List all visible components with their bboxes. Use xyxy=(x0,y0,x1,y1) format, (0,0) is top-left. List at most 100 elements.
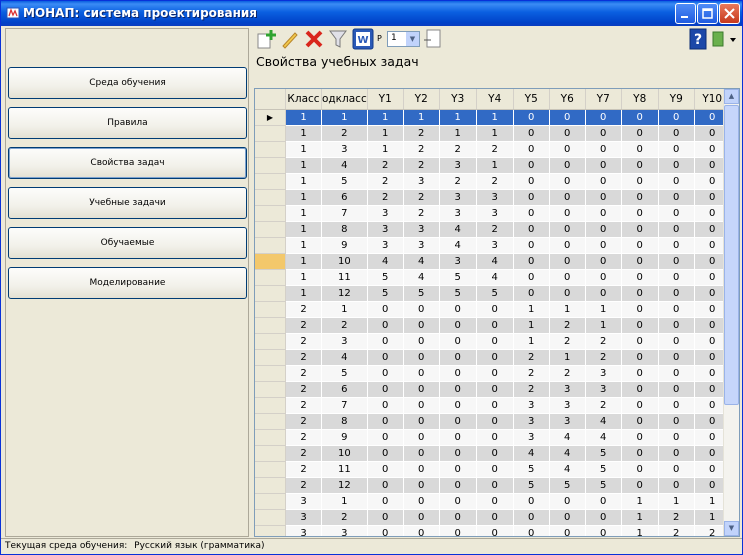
grid-cell[interactable]: 2 xyxy=(321,509,368,526)
grid-cell[interactable]: 1 xyxy=(549,301,586,318)
grid-cell[interactable]: 0 xyxy=(367,525,404,536)
table-row[interactable]: 2 10 0 0 0 0 4 4 5 0 0 0 xyxy=(255,445,731,462)
grid-cell[interactable]: 2 xyxy=(513,365,550,382)
grid-cell[interactable]: 0 xyxy=(403,413,440,430)
grid-cell[interactable]: 2 xyxy=(285,413,322,430)
grid-cell[interactable]: 0 xyxy=(367,477,404,494)
table-row[interactable]: 330000000122 xyxy=(255,525,731,536)
grid-cell[interactable]: 3 xyxy=(549,397,586,414)
table-row[interactable]: 270000332000 xyxy=(255,397,731,414)
column-header[interactable]: Y3 xyxy=(439,89,477,110)
grid-cell[interactable]: 2 xyxy=(513,349,550,366)
grid-cell[interactable]: 1 xyxy=(285,221,322,238)
grid-cell[interactable]: 0 xyxy=(403,301,440,318)
grid-cell[interactable]: 1 xyxy=(658,493,695,510)
grid-cell[interactable]: 0 xyxy=(585,125,622,142)
grid-cell[interactable]: 0 xyxy=(658,397,695,414)
grid-cell[interactable]: 1 xyxy=(285,189,322,206)
grid-cell[interactable]: 1 xyxy=(439,109,477,126)
grid-cell[interactable]: 0 xyxy=(549,141,586,158)
grid-cell[interactable]: 0 xyxy=(585,525,622,536)
row-header[interactable] xyxy=(255,509,286,526)
grid-cell[interactable]: 1 xyxy=(321,301,368,318)
grid-cell[interactable]: 2 xyxy=(367,157,404,174)
grid-cell[interactable]: 1 xyxy=(476,125,514,142)
row-header[interactable] xyxy=(255,397,286,414)
table-row[interactable]: 290000344000 xyxy=(255,429,731,446)
grid-cell[interactable]: 3 xyxy=(285,525,322,536)
grid-cell[interactable]: 2 xyxy=(549,365,586,382)
grid-cell[interactable]: 4 xyxy=(549,461,586,478)
grid-cell[interactable]: 1 xyxy=(321,493,368,510)
grid-cell[interactable]: 11 xyxy=(321,269,368,286)
grid-cell[interactable]: 2 xyxy=(285,477,322,494)
grid-cell[interactable]: 0 xyxy=(621,253,659,270)
row-header[interactable] xyxy=(255,125,286,142)
delete-icon[interactable] xyxy=(303,28,325,50)
grid-cell[interactable]: 4 xyxy=(476,269,514,286)
grid-cell[interactable]: 2 xyxy=(367,189,404,206)
grid-cell[interactable]: 2 xyxy=(321,317,368,334)
grid-cell[interactable]: 8 xyxy=(321,221,368,238)
grid-cell[interactable]: 0 xyxy=(621,333,659,350)
grid-cell[interactable]: 1 xyxy=(285,237,322,254)
nav-modeling-button[interactable]: Моделирование xyxy=(8,267,247,299)
grid-cell[interactable]: 1 xyxy=(585,317,622,334)
title-bar[interactable]: МОНАП: система проектирования xyxy=(1,1,742,26)
grid-cell[interactable]: 0 xyxy=(585,173,622,190)
grid-cell[interactable]: 12 xyxy=(321,285,368,302)
table-row[interactable]: 183342000000 xyxy=(255,221,731,238)
grid-cell[interactable]: 1 xyxy=(476,109,514,126)
grid-cell[interactable]: 1 xyxy=(476,157,514,174)
grid-cell[interactable]: 5 xyxy=(367,285,404,302)
grid-cell[interactable]: 4 xyxy=(403,269,440,286)
grid-cell[interactable]: 1 xyxy=(549,349,586,366)
grid-cell[interactable]: 0 xyxy=(621,269,659,286)
grid-cell[interactable]: 0 xyxy=(403,493,440,510)
row-header[interactable] xyxy=(255,205,286,222)
grid-cell[interactable]: 3 xyxy=(549,381,586,398)
grid-cell[interactable]: 3 xyxy=(403,221,440,238)
grid-cell[interactable]: 3 xyxy=(476,205,514,222)
grid-cell[interactable]: 0 xyxy=(439,477,477,494)
grid-cell[interactable]: 0 xyxy=(621,301,659,318)
table-row[interactable]: 1 11 5 4 5 4 0 0 0 0 0 0 xyxy=(255,269,731,286)
grid-cell[interactable]: 0 xyxy=(513,205,550,222)
grid-cell[interactable]: 0 xyxy=(658,333,695,350)
grid-cell[interactable]: 0 xyxy=(367,365,404,382)
data-grid[interactable]: КлассодклассY1Y2Y3Y4Y5Y6Y7Y8Y9Y10 111111… xyxy=(254,88,740,537)
table-row[interactable]: 121211000000 xyxy=(255,125,731,142)
grid-cell[interactable]: 0 xyxy=(513,237,550,254)
grid-cell[interactable]: 2 xyxy=(285,333,322,350)
grid-cell[interactable]: 3 xyxy=(403,237,440,254)
grid-cell[interactable]: 1 xyxy=(367,125,404,142)
grid-cell[interactable]: 1 xyxy=(285,269,322,286)
grid-cell[interactable]: 2 xyxy=(439,141,477,158)
grid-cell[interactable]: 3 xyxy=(285,493,322,510)
row-header[interactable] xyxy=(255,301,286,318)
grid-cell[interactable]: 3 xyxy=(321,525,368,536)
grid-cell[interactable]: 0 xyxy=(476,429,514,446)
grid-cell[interactable]: 2 xyxy=(285,445,322,462)
grid-cell[interactable]: 0 xyxy=(585,157,622,174)
grid-cell[interactable]: 0 xyxy=(439,301,477,318)
grid-cell[interactable]: 0 xyxy=(658,221,695,238)
grid-cell[interactable]: 0 xyxy=(549,509,586,526)
grid-cell[interactable]: 0 xyxy=(403,509,440,526)
grid-cell[interactable]: 0 xyxy=(549,189,586,206)
grid-cell[interactable]: 0 xyxy=(549,269,586,286)
exit-icon[interactable] xyxy=(710,28,740,50)
grid-cell[interactable]: 0 xyxy=(658,253,695,270)
grid-cell[interactable]: 11 xyxy=(321,461,368,478)
grid-cell[interactable]: 0 xyxy=(585,285,622,302)
grid-cell[interactable]: 0 xyxy=(585,109,622,126)
grid-cell[interactable]: 0 xyxy=(585,493,622,510)
grid-cell[interactable]: 0 xyxy=(621,477,659,494)
table-row[interactable]: 230000122000 xyxy=(255,333,731,350)
grid-cell[interactable]: 4 xyxy=(321,157,368,174)
grid-cell[interactable]: 9 xyxy=(321,237,368,254)
column-header[interactable]: одкласс xyxy=(321,89,368,110)
grid-cell[interactable]: 0 xyxy=(621,205,659,222)
grid-cell[interactable]: 1 xyxy=(585,301,622,318)
grid-cell[interactable]: 3 xyxy=(321,141,368,158)
